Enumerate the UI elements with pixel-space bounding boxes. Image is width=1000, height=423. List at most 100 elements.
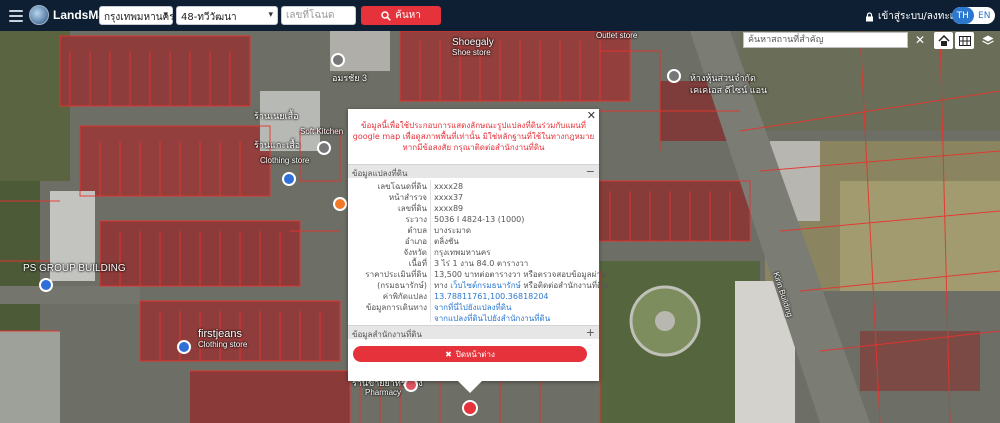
- search-button-label: ค้นหา: [395, 10, 421, 21]
- soft-kitchen-label: Soft Kitchen: [300, 127, 344, 136]
- search-button[interactable]: ค้นหา: [361, 6, 441, 25]
- amarin-label: อมรชัย 3: [332, 73, 368, 83]
- shop-pin-icon[interactable]: [39, 278, 53, 292]
- firstjeans-category: Clothing store: [198, 340, 248, 349]
- info-value: ทาง เว็บไซต์กรมธนารักษ์ หรือติดต่อสำนักง…: [434, 281, 608, 291]
- place-pin-icon[interactable]: [667, 69, 681, 83]
- top-bar: LandsMaps กรุงเทพมหานคร ▾ 48-ทวีวัฒนา ▾ …: [0, 0, 1000, 31]
- info-row-coordinates: ค่าพิกัดแปลง 13.78811761,100.36818204: [348, 292, 599, 302]
- shop-thai-1-label: ร้านเนยเสื้อ: [254, 111, 299, 121]
- landsmaps-logo: [29, 5, 49, 25]
- firstjeans-name: firstjeans: [198, 328, 243, 340]
- layers-icon: [981, 35, 994, 45]
- info-key: ข้อมูลการเดินทาง: [365, 303, 427, 312]
- shop-pin-icon[interactable]: [282, 172, 296, 186]
- collapse-icon[interactable]: −: [586, 165, 595, 178]
- firstjeans-label: firstjeans Clothing store: [198, 328, 247, 349]
- shop-pin-icon[interactable]: [177, 340, 191, 354]
- treasury-website-link[interactable]: เว็บไซต์กรมธนารักษ์: [450, 281, 521, 290]
- info-value-suffix: หรือติดต่อสำนักงานที่ดิน: [523, 281, 608, 290]
- expand-icon[interactable]: +: [586, 326, 595, 339]
- lang-th-option[interactable]: TH: [952, 7, 974, 24]
- close-window-button[interactable]: ✖ ปิดหน้าต่าง: [353, 346, 587, 362]
- home-button[interactable]: [934, 32, 953, 49]
- office-info-section-title: ข้อมูลสำนักงานที่ดิน: [352, 330, 422, 339]
- selected-location-pin-icon[interactable]: [462, 400, 478, 416]
- info-key: อำเภอ: [404, 237, 427, 246]
- info-value: 3 ไร่ 1 งาน 84.0 ตารางวา: [434, 259, 529, 268]
- info-key: เนื้อที่: [408, 259, 427, 268]
- info-value: บางระมาด: [434, 226, 472, 235]
- popup-pointer: [458, 381, 482, 393]
- info-row-treasury: (กรมธนารักษ์) ทาง เว็บไซต์กรมธนารักษ์ หร…: [348, 281, 608, 291]
- language-toggle[interactable]: TH EN: [952, 7, 995, 24]
- info-value-prefix: ทาง: [434, 281, 448, 290]
- info-row-directions: ข้อมูลการเดินทาง จากที่นี่ไปยังแปลงที่ดิ…: [348, 303, 599, 313]
- land-info-section-title: ข้อมูลแปลงที่ดิน: [352, 169, 408, 178]
- info-key: ระวาง: [405, 215, 427, 224]
- close-window-label: ปิดหน้าต่าง: [455, 349, 495, 359]
- close-icon: ✕: [914, 33, 926, 47]
- province-select[interactable]: กรุงเทพมหานคร ▾: [99, 6, 175, 25]
- info-key: เลขโฉนดที่ดิน: [377, 182, 427, 191]
- info-key: เลขที่ดิน: [397, 204, 427, 213]
- info-key: ราคาประเมินที่ดิน: [365, 270, 427, 279]
- info-value: xxxx28: [434, 182, 464, 191]
- food-pin-icon[interactable]: [333, 197, 347, 211]
- info-key: (กรมธนารักษ์): [377, 281, 427, 290]
- landmark-search-input[interactable]: [743, 32, 908, 48]
- coordinates-link[interactable]: 13.78811761,100.36818204: [434, 292, 549, 302]
- lang-en-option[interactable]: EN: [974, 7, 996, 24]
- clear-search-button[interactable]: ✕: [910, 32, 930, 48]
- home-icon: [937, 35, 950, 46]
- shop-thai-2-label: ร้านแกะเสื้อ: [254, 140, 301, 150]
- info-value: 13,500 บาทต่อตารางวา หรือตรวจสอบข้อมูลผ่…: [434, 270, 607, 279]
- grid-icon: [958, 35, 971, 46]
- info-row-subdistrict: ตำบล บางระมาด: [348, 226, 599, 236]
- info-key: ค่าพิกัดแปลง: [382, 292, 427, 301]
- info-value: 5036 I 4824-13 (1000): [434, 215, 525, 224]
- chevron-down-icon: ▾: [268, 10, 273, 20]
- layers-button[interactable]: [978, 32, 997, 49]
- district-select[interactable]: 48-ทวีวัฒนา ▾: [176, 6, 278, 25]
- grid-button[interactable]: [955, 32, 974, 49]
- disclaimer-text: ข้อมูลนี้เพื่อใช้ประกอบการแสดงลักษณะรูปแ…: [352, 121, 595, 152]
- info-value: xxxx89: [434, 204, 464, 213]
- info-key: ตำบล: [407, 226, 427, 235]
- place-pin-icon[interactable]: [317, 141, 331, 155]
- info-row-district: อำเภอ ตลิ่งชัน: [348, 237, 599, 247]
- place-pin-icon[interactable]: [331, 53, 345, 67]
- info-row-appraisal: ราคาประเมินที่ดิน 13,500 บาทต่อตารางวา ห…: [348, 270, 606, 280]
- info-key: หน้าสำรวจ: [388, 193, 427, 202]
- close-icon: ✖: [445, 349, 452, 359]
- parcel-info-popup: ✕ ข้อมูลนี้เพื่อใช้ประกอบการแสดงลักษณะรู…: [348, 109, 608, 381]
- shoegaly-name: Shoegaly: [452, 37, 494, 48]
- search-icon: [381, 10, 391, 21]
- info-key: จังหวัด: [403, 248, 427, 257]
- info-value: ตลิ่งชัน: [434, 237, 459, 246]
- ps-group-building-label: PS GROUP BUILDING: [23, 263, 126, 274]
- shoegaly-label: Shoegaly Shoe store: [452, 37, 494, 57]
- info-row-sheet: ระวาง 5036 I 4824-13 (1000): [348, 215, 599, 225]
- menu-icon[interactable]: [9, 10, 23, 22]
- directions-to-parcel-link[interactable]: จากที่นี่ไปยังแปลงที่ดิน: [434, 303, 511, 313]
- directions-to-office-link[interactable]: จากแปลงที่ดินไปยังสำนักงานที่ดิน: [434, 314, 550, 324]
- district-select-value: 48-ทวีวัฒนา: [181, 12, 237, 23]
- info-row-land-number: เลขที่ดิน xxxx89: [348, 204, 599, 214]
- clothing-store-label: Clothing store: [260, 156, 310, 165]
- info-row-deed: เลขโฉนดที่ดิน xxxx28: [348, 182, 599, 192]
- chevron-down-icon: ▾: [163, 10, 168, 20]
- deed-number-input[interactable]: [281, 6, 356, 25]
- lock-icon: [866, 11, 873, 21]
- land-info-section-header[interactable]: ข้อมูลแปลงที่ดิน −: [348, 164, 599, 178]
- outlet-store-label: Outlet store: [596, 31, 638, 40]
- info-row-directions-office: จากแปลงที่ดินไปยังสำนักงานที่ดิน: [348, 314, 599, 324]
- info-value: กรุงเทพมหานคร: [434, 248, 491, 257]
- info-value: xxxx37: [434, 193, 464, 202]
- shop-right-2-label: เคเคเอส ดีไซน์ แอน: [690, 85, 768, 95]
- info-row-area: เนื้อที่ 3 ไร่ 1 งาน 84.0 ตารางวา: [348, 259, 599, 269]
- shoegaly-category: Shoe store: [452, 48, 491, 57]
- info-row-province: จังหวัด กรุงเทพมหานคร: [348, 248, 599, 258]
- info-row-survey-page: หน้าสำรวจ xxxx37: [348, 193, 599, 203]
- office-info-section-header[interactable]: ข้อมูลสำนักงานที่ดิน +: [348, 325, 599, 339]
